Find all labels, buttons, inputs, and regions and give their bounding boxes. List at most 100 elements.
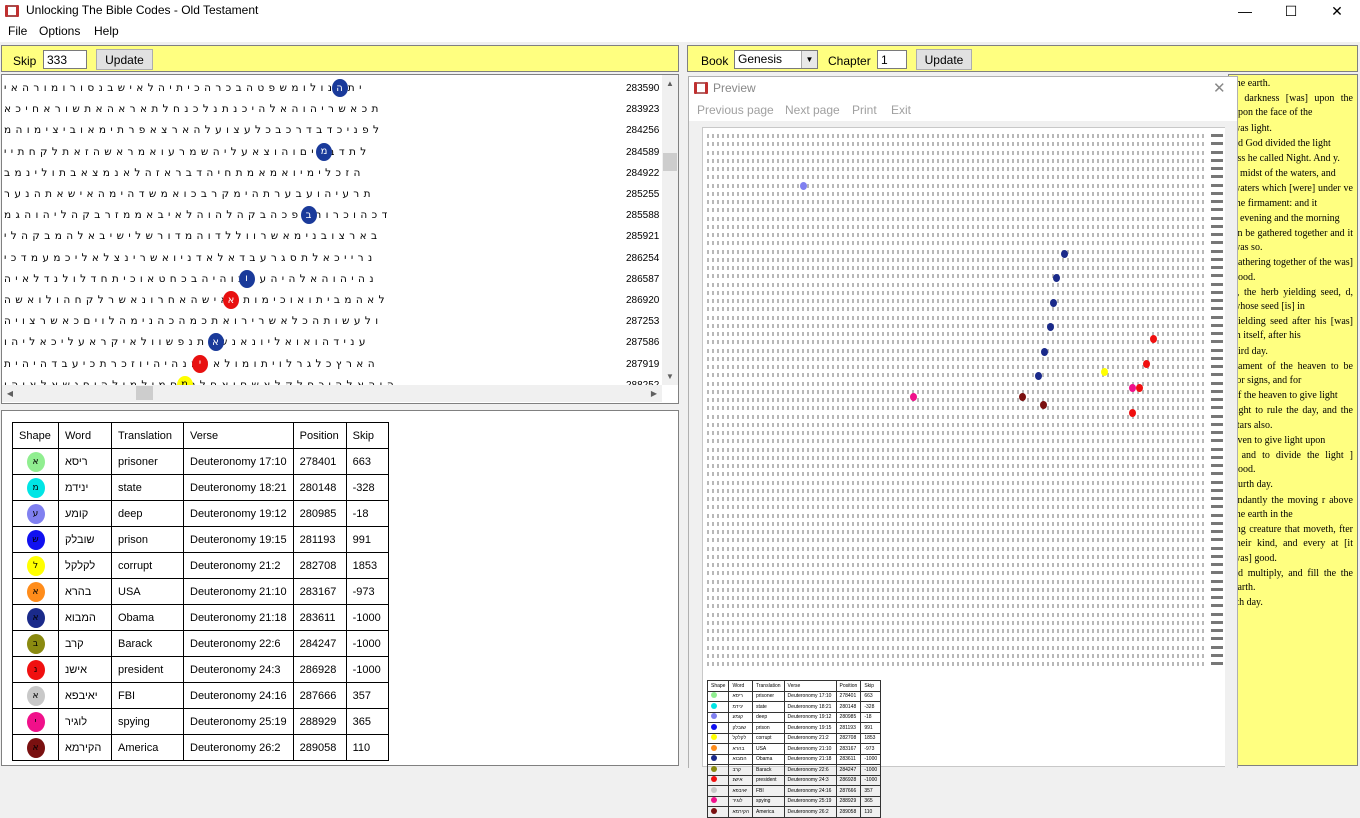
preview-row-number	[1211, 389, 1223, 393]
mini-cell-skip: 663	[860, 690, 882, 702]
minimize-button[interactable]: —	[1222, 0, 1268, 22]
highlighted-letter[interactable]: ו	[238, 269, 255, 288]
mini-shape-cell	[706, 690, 730, 702]
scroll-down-icon[interactable]: ▼	[662, 368, 678, 384]
menu-options[interactable]: Options	[39, 24, 80, 38]
highlighted-letter[interactable]: א	[223, 291, 239, 309]
cell-word: הקירמא	[58, 734, 112, 761]
mini-shape-cell	[706, 785, 730, 797]
preview-highlight-dot	[1150, 335, 1157, 343]
cell-word: יאיבפא	[58, 682, 112, 709]
table-row[interactable]: נ אישנ president Deuteronomy 24:3 286928 -100…	[12, 656, 389, 683]
skip-update-button[interactable]: Update	[96, 49, 153, 70]
preview-page: Shape Word Translation Verse Position Sk…	[702, 127, 1226, 818]
grid-row: נרייכאלתסגרעבדאלאדניואשרינצלאליכמעמדכי	[4, 251, 377, 264]
preview-text-row	[707, 142, 1207, 147]
table-row[interactable]: א בהרא USA Deuteronomy 21:10 283167 -973	[12, 578, 389, 605]
table-row[interactable]: ב קרב Barack Deuteronomy 22:6 284247 -1000	[12, 630, 389, 657]
skip-input[interactable]	[43, 50, 87, 69]
chapter-update-button[interactable]: Update	[916, 49, 972, 70]
preview-highlight-dot	[1061, 250, 1068, 258]
mini-cell-verse: Deuteronomy 17:10	[783, 690, 837, 702]
book-select[interactable]: Genesis ▼	[734, 50, 818, 69]
preview-text-row	[707, 290, 1207, 295]
shape-cell: א	[12, 448, 59, 475]
close-button[interactable]: ✕	[1314, 0, 1360, 22]
cell-word: לקלקל	[58, 552, 112, 579]
minimize-icon: —	[1238, 3, 1252, 19]
menu-help[interactable]: Help	[94, 24, 119, 38]
mini-shape-icon	[711, 776, 717, 783]
preview-text-row	[707, 653, 1207, 658]
scroll-up-icon[interactable]: ▲	[662, 75, 678, 91]
cell-translation: state	[111, 474, 184, 501]
table-row[interactable]: י לוגיר spying Deuteronomy 25:19 288929 365	[12, 708, 389, 735]
scroll-right-icon[interactable]: ▶	[646, 385, 662, 401]
dropdown-arrow-icon[interactable]: ▼	[801, 51, 817, 68]
maximize-button[interactable]: ☐	[1268, 0, 1314, 22]
mini-shape-icon	[711, 765, 717, 772]
preview-text-row	[707, 521, 1207, 526]
preview-text-row	[707, 629, 1207, 633]
menu-file[interactable]: File	[8, 24, 27, 38]
highlighted-letter[interactable]: א	[207, 333, 224, 352]
mini-col-skip: Skip	[860, 680, 882, 692]
mini-cell-skip: -328	[860, 701, 882, 713]
cell-verse: Deuteronomy 22:6	[183, 630, 294, 657]
highlighted-letter[interactable]: מ	[176, 375, 193, 385]
table-row[interactable]: ש שובלק prison Deuteronomy 19:15 281193 991	[12, 526, 389, 553]
preview-row-number	[1211, 373, 1223, 377]
row-number: 284256	[626, 125, 660, 137]
table-row[interactable]: א הקירמא America Deuteronomy 26:2 289058 110	[12, 734, 389, 761]
grid-row: ולעשותהכלאשרירואתכמהכהנימהלויםכאשרצויה	[4, 315, 383, 328]
highlighted-letter[interactable]: י	[192, 354, 208, 373]
table-row[interactable]: ל לקלקל corrupt Deuteronomy 21:2 282708 1853	[12, 552, 389, 579]
preview-text-row	[707, 480, 1207, 485]
preview-highlight-dot	[1136, 384, 1143, 392]
highlighted-letter[interactable]: ב	[300, 206, 317, 225]
highlighted-letter[interactable]: מ	[316, 142, 332, 161]
pane-splitter[interactable]	[681, 45, 685, 768]
shape-icon: ע	[26, 503, 45, 524]
highlighted-letter[interactable]: ה	[331, 79, 348, 97]
preview-close-icon[interactable]: ✕	[1213, 79, 1226, 97]
preview-row-number	[1211, 455, 1223, 459]
shape-icon: י	[26, 711, 45, 732]
row-number: 284589	[626, 146, 660, 158]
verse-text: fth day.	[1233, 597, 1263, 609]
preview-row-number	[1211, 538, 1223, 542]
exit-button[interactable]: Exit	[891, 103, 911, 117]
grid-horizontal-scrollbar[interactable]: ◀ ▶	[2, 385, 662, 402]
cell-skip: 365	[345, 708, 389, 735]
grid-hscroll-thumb[interactable]	[136, 386, 153, 400]
preview-row-number	[1211, 340, 1223, 344]
preview-vertical-scrollbar[interactable]	[1225, 121, 1237, 769]
next-page-button[interactable]: Next page	[785, 103, 840, 117]
preview-row-number	[1211, 513, 1223, 517]
table-row[interactable]: ע קומע deep Deuteronomy 19:12 280985 -18	[12, 500, 389, 527]
cell-word: ינידמ	[58, 474, 112, 501]
preview-row-number	[1211, 356, 1223, 360]
mini-cell-translation: state	[751, 701, 785, 713]
table-row[interactable]: מ ינידמ state Deuteronomy 18:21 280148 -328	[12, 474, 389, 501]
shape-icon: א	[26, 451, 45, 472]
scroll-left-icon[interactable]: ◀	[2, 385, 18, 401]
verse-text: aven to give light upon	[1233, 434, 1326, 446]
preview-highlight-dot	[1047, 323, 1054, 331]
table-row[interactable]: א ריסא prisoner Deuteronomy 17:10 278401 663	[12, 448, 389, 475]
table-row[interactable]: א יאיבפא FBI Deuteronomy 24:16 287666 357	[12, 682, 389, 709]
mini-shape-cell	[706, 774, 730, 786]
preview-highlight-dot	[1040, 401, 1047, 409]
preview-text-row	[707, 233, 1207, 237]
grid-vertical-scrollbar[interactable]: ▲ ▼	[662, 75, 678, 385]
table-row[interactable]: א המבוא Obama Deuteronomy 21:18 283611 -1000	[12, 604, 389, 631]
table-header-row: Shape Word Translation Verse Position Sk…	[12, 422, 389, 449]
mini-shape-cell	[706, 701, 730, 713]
grid-vscroll-thumb[interactable]	[663, 153, 677, 171]
col-header-verse: Verse	[183, 422, 294, 449]
print-button[interactable]: Print	[852, 103, 877, 117]
mini-table-row: הקירמא America Deuteronomy 26:2 289058 110	[706, 806, 882, 818]
previous-page-button[interactable]: Previous page	[697, 103, 774, 117]
chapter-input[interactable]	[877, 50, 907, 69]
shape-cell: מ	[12, 474, 59, 501]
